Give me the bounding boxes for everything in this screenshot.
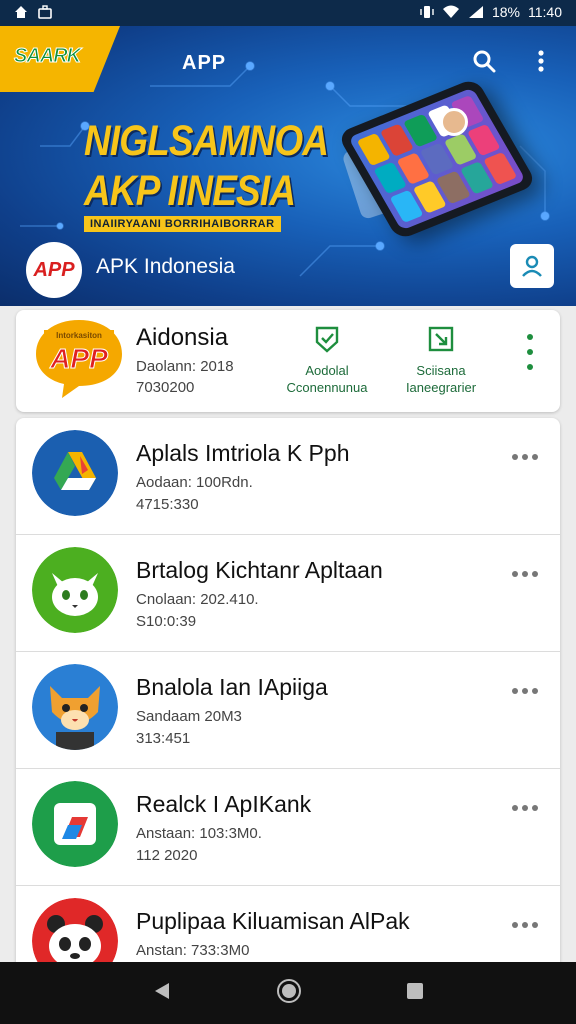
download-action-label-1: Sciisana [416,363,466,378]
list-item[interactable]: Aplals Imtriola K Pph Aodaan: 100Rdn. 47… [16,418,560,535]
featured-app-card[interactable]: Intorkasiton APP Aidonsia Daolann: 2018 … [16,310,560,412]
app-meta-line-2: 313:451 [136,730,191,747]
more-options-button[interactable] [512,688,538,694]
app-meta: Anstan: 733:3M0 [136,940,249,962]
person-avatar-graphic [440,108,468,136]
featured-app-icon: Intorkasiton APP [32,316,126,400]
search-icon [473,50,496,73]
recents-button[interactable] [405,981,425,1006]
headline-line-1: NIGLSAMNOA [84,117,329,165]
download-box-icon [428,326,454,352]
featured-meta-line-1: Daolann: 2018 [136,358,234,375]
folded-arrow-icon [32,781,118,867]
app-meta: Aodaan: 100Rdn. 4715:330 [136,472,253,516]
back-triangle-icon [155,982,170,999]
user-icon [522,255,542,277]
download-action-label-2: Ianeegrarier [405,380,477,395]
app-meta-line-2: 112 2020 [136,847,198,864]
more-options-button[interactable] [512,571,538,577]
more-options-button[interactable] [512,454,538,460]
app-meta-line-1: Anstaan: 103:3M0. [136,825,262,842]
back-button[interactable] [151,980,173,1007]
recents-square-icon [406,982,423,999]
status-bar: 18% 11:40 [0,0,576,26]
featured-app-meta: Daolann: 2018 7030200 [136,356,234,398]
featured-icon-badge: APP [49,343,108,374]
overflow-menu-button[interactable] [526,46,556,76]
home-icon [14,5,28,19]
download-action-button[interactable]: Sciisana Ianeegrarier [386,324,496,396]
verify-action-label-2: Cconennunua [286,380,368,395]
app-title: APP [182,52,227,74]
wifi-icon [442,5,460,19]
app-meta: Sandaam 20M3 313:451 [136,706,242,750]
more-vertical-icon [538,50,544,72]
search-button[interactable] [469,46,499,76]
list-item[interactable]: Realck I ApIKank Anstaan: 103:3M0. 112 2… [16,769,560,886]
app-meta-line-2: 4715:330 [136,496,199,513]
header-banner: SAARK APP NIGLSAMNOA AKP IINESIA INAIIRY… [0,26,576,306]
app-logo: SAARK [13,45,81,68]
app-name: Bnalola Ian IApiiga [136,674,328,700]
signal-icon [468,5,484,19]
app-name: Brtalog Kichtanr Apltaan [136,557,383,583]
list-item[interactable]: Bnalola Ian IApiiga Sandaam 20M3 313:451 [16,652,560,769]
featured-more-button[interactable] [520,334,540,370]
more-options-button[interactable] [512,805,538,811]
app-meta-line-1: Sandaam 20M3 [136,708,242,725]
home-button[interactable] [276,978,302,1009]
app-meta-line-1: Cnolaan: 202.410. [136,591,259,608]
shield-check-icon [315,326,339,353]
app-meta-line-1: Aodaan: 100Rdn. [136,474,253,491]
verify-action-button[interactable]: Aodolal Cconennunua [272,324,382,396]
app-list: Aplals Imtriola K Pph Aodaan: 100Rdn. 47… [16,418,560,978]
home-circle-icon [276,978,301,1003]
banner-subline: INAIIRYAANI BORRIHAIBORRAR [84,216,281,232]
featured-meta-line-2: 7030200 [136,379,195,396]
app-meta: Anstaan: 103:3M0. 112 2020 [136,823,262,867]
more-options-button[interactable] [512,922,538,928]
system-nav-bar [0,962,576,1024]
profile-button[interactable] [510,244,554,288]
vibrate-icon [420,5,434,19]
app-meta-line-2: S10:0:39 [136,613,197,630]
headline-line-2: AKP IINESIA [84,167,296,215]
fox-face-icon [32,664,118,750]
app-meta: Cnolaan: 202.410. S10:0:39 [136,589,259,633]
app-name: Puplipaa Kiluamisan AlPak [136,908,410,934]
briefcase-icon [38,5,52,19]
verify-action-label-1: Aodolal [305,363,349,378]
app-meta-line-1: Anstan: 733:3M0 [136,942,250,959]
banner-headline: NIGLSAMNOA AKP IINESIA [84,116,329,216]
cat-face-icon [32,547,118,633]
battery-level: 18% [491,4,520,20]
list-item[interactable]: Brtalog Kichtanr Apltaan Cnolaan: 202.41… [16,535,560,652]
app-name: Aplals Imtriola K Pph [136,440,350,466]
featured-icon-caption: Intorkasiton [56,331,102,340]
drive-style-icon [32,430,118,516]
brand-name: APK Indonesia [96,255,235,278]
clock: 11:40 [528,4,562,20]
featured-app-name: Aidonsia [136,324,229,351]
brand-logo: APP [26,242,82,298]
app-name: Realck I ApIKank [136,791,312,817]
